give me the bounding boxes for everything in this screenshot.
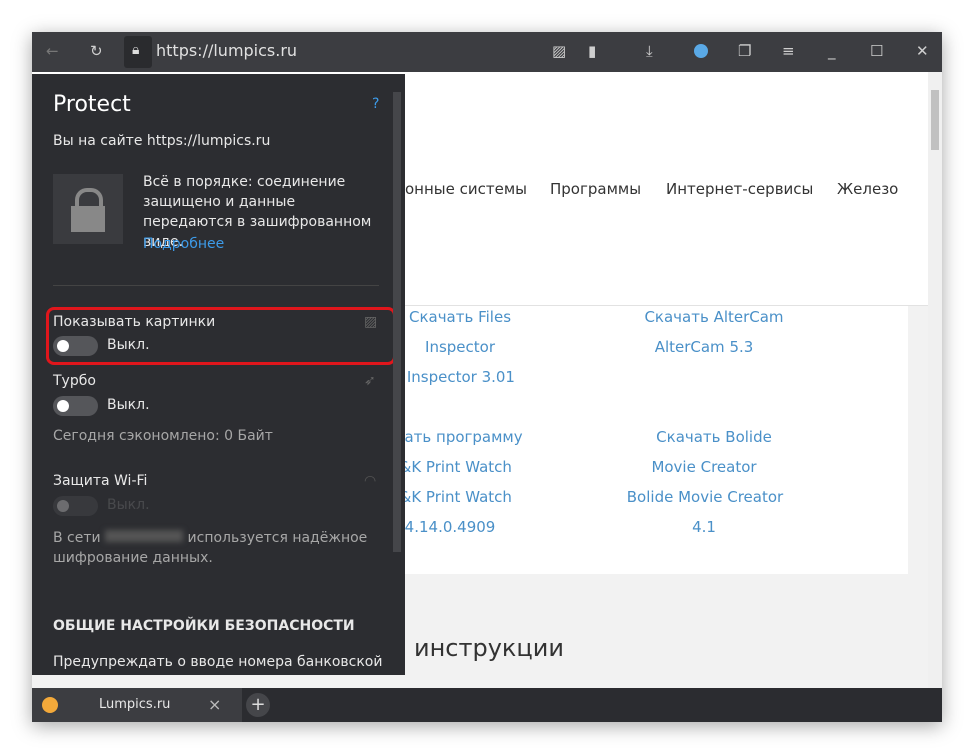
lock-button[interactable]: 🔒︎: [124, 36, 152, 68]
tab-lumpics[interactable]: Lumpics.ru ×: [32, 688, 242, 722]
section-heading: инструкции: [414, 634, 564, 662]
close-icon[interactable]: ✕: [916, 42, 929, 60]
tab-close-icon[interactable]: ×: [208, 695, 221, 714]
nav-item[interactable]: Железо: [837, 180, 898, 198]
back-icon[interactable]: ←: [46, 42, 59, 60]
toolbar: ← ↻ 🔒︎ https://lumpics.ru ▨ ▮ ⤓ ❐ ≡ _ ☐ …: [32, 32, 942, 72]
panel-title: Protect: [53, 92, 131, 117]
turbo-state: Выкл.: [107, 397, 150, 413]
link[interactable]: AlterCam 5.3: [604, 338, 804, 356]
extension-icon[interactable]: [694, 44, 708, 58]
lock-icon: 🔒︎: [132, 42, 140, 58]
more-link[interactable]: Подробнее: [143, 236, 224, 252]
nav-item[interactable]: Интернет-сервисы: [666, 180, 813, 198]
section-title: ОБЩИЕ НАСТРОЙКИ БЕЗОПАСНОСТИ: [53, 618, 355, 634]
wifi-label: Защита Wi-Fi: [53, 473, 148, 489]
nav-item[interactable]: онные системы: [405, 180, 527, 198]
link[interactable]: 4.1: [604, 518, 804, 536]
browser-window: ← ↻ 🔒︎ https://lumpics.ru ▨ ▮ ⤓ ❐ ≡ _ ☐ …: [32, 32, 942, 722]
turbo-label: Турбо: [53, 373, 96, 389]
link[interactable]: Скачать AlterCam: [614, 308, 814, 326]
wifi-icon: ◠: [364, 473, 377, 489]
images-icon: ▨: [364, 314, 378, 330]
link[interactable]: Movie Creator: [604, 458, 804, 476]
tab-title: Lumpics.ru: [99, 697, 171, 712]
bank-warning-label: Предупреждать о вводе номера банковской: [53, 654, 383, 670]
images-toggle[interactable]: [53, 336, 98, 356]
address-bar[interactable]: https://lumpics.ru: [156, 41, 297, 60]
menu-icon[interactable]: ≡: [782, 42, 795, 60]
panel-scrollbar[interactable]: [393, 92, 401, 552]
collections-icon[interactable]: ❐: [738, 42, 751, 60]
site-text: Вы на сайте https://lumpics.ru: [53, 133, 271, 149]
saved-text: Сегодня сэкономлено: 0 Байт: [53, 428, 273, 444]
tab-bar: Lumpics.ru × +: [32, 688, 942, 722]
maximize-icon[interactable]: ☐: [870, 42, 883, 60]
wifi-state: Выкл.: [107, 497, 150, 513]
help-button[interactable]: ?: [372, 96, 379, 112]
images-icon[interactable]: ▨: [552, 42, 566, 60]
link[interactable]: Bolide Movie Creator: [604, 488, 806, 506]
bookmark-icon[interactable]: ▮: [588, 42, 596, 60]
favicon-icon: [42, 697, 58, 713]
page-scrollbar[interactable]: [928, 72, 942, 688]
reload-icon[interactable]: ↻: [90, 42, 103, 60]
nav-item[interactable]: Программы: [550, 180, 641, 198]
rocket-icon: ➶: [364, 373, 376, 389]
divider: [53, 285, 379, 286]
wifi-text: В сети используется надёжное шифрование …: [53, 530, 368, 566]
images-label: Показывать картинки: [53, 314, 216, 330]
link[interactable]: Скачать Bolide: [614, 428, 814, 446]
turbo-toggle[interactable]: [53, 396, 98, 416]
protect-panel: Protect ? Вы на сайте https://lumpics.ru…: [32, 74, 405, 675]
images-state: Выкл.: [107, 337, 150, 353]
minimize-icon[interactable]: _: [828, 42, 836, 60]
download-icon[interactable]: ⤓: [646, 42, 653, 60]
lock-image: [53, 174, 123, 244]
wifi-toggle[interactable]: [53, 496, 98, 516]
new-tab-button[interactable]: +: [246, 693, 270, 717]
